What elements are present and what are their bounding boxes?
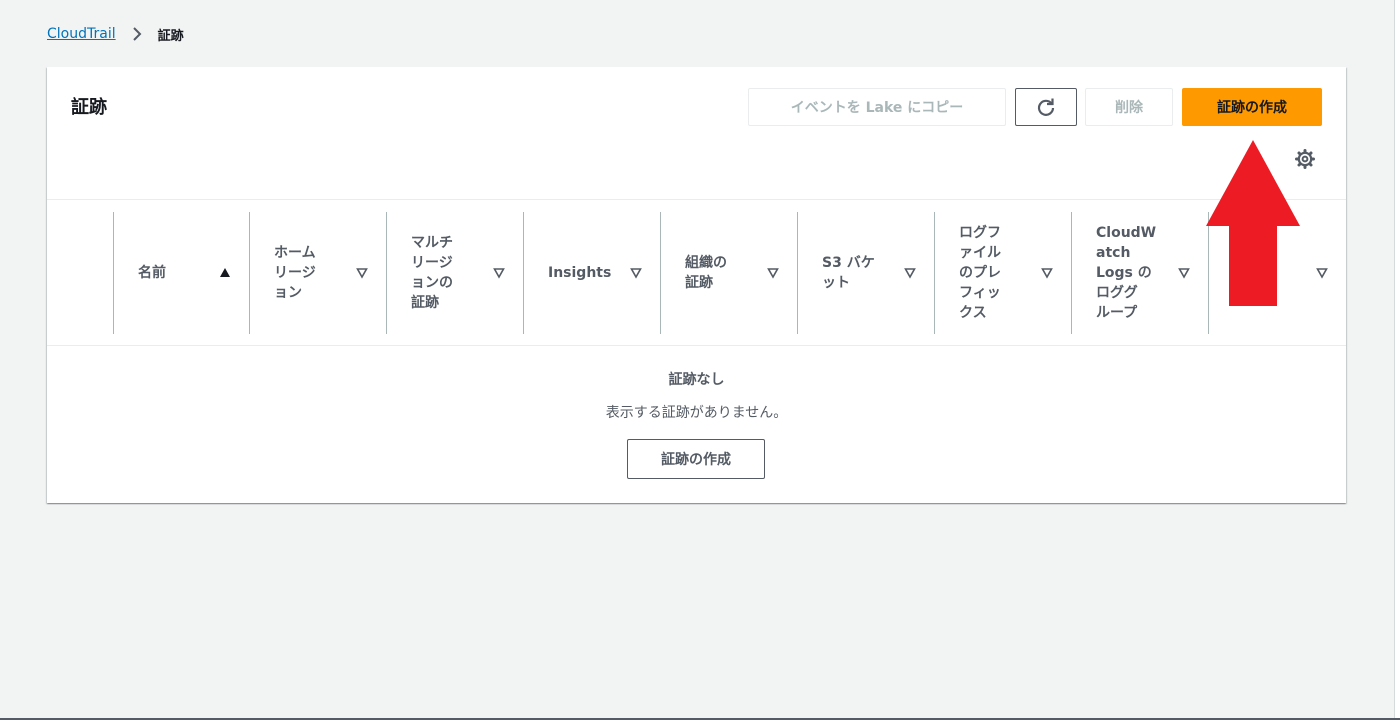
sort-descending-outline-icon bbox=[1316, 268, 1328, 279]
column-header-cloudwatch-log-group[interactable]: CloudW atch Logs の ロググ ループ bbox=[1072, 212, 1208, 334]
column-header-insights[interactable]: Insights bbox=[524, 212, 660, 334]
table-header: 名前 ホーム リージ ョン マルチ リージ ョンの 証跡 Insights 組織… bbox=[47, 199, 1346, 346]
copy-events-to-lake-button[interactable]: イベントを Lake にコピー bbox=[748, 88, 1006, 126]
sort-descending-outline-icon bbox=[1178, 268, 1190, 279]
sort-descending-outline-icon bbox=[356, 268, 368, 279]
bottom-edge bbox=[0, 718, 1400, 725]
red-up-arrow-annotation bbox=[1206, 140, 1300, 306]
trails-panel: 証跡 イベントを Lake にコピー 削除 証跡の作成 名前 ホーム リージ ョ… bbox=[47, 67, 1346, 503]
column-label: S3 バケ ット bbox=[822, 255, 875, 291]
empty-state-create-trail-button[interactable]: 証跡の作成 bbox=[627, 439, 765, 479]
sort-descending-outline-icon bbox=[767, 268, 779, 279]
sort-descending-outline-icon bbox=[1041, 268, 1053, 279]
column-header-home-region[interactable]: ホーム リージ ョン bbox=[250, 212, 386, 334]
column-header-s3-bucket[interactable]: S3 バケ ット bbox=[798, 212, 934, 334]
column-label: 組織の 証跡 bbox=[685, 255, 727, 291]
sort-descending-outline-icon bbox=[904, 268, 916, 279]
refresh-icon bbox=[1037, 98, 1055, 116]
column-header-name[interactable]: 名前 bbox=[114, 212, 249, 334]
page-title: 証跡 bbox=[71, 97, 107, 118]
sort-ascending-icon bbox=[220, 268, 230, 277]
column-label: ログフ ァイル のプレ フィッ クス bbox=[959, 225, 1001, 321]
breadcrumb-current: 証跡 bbox=[157, 28, 184, 44]
column-label: ホーム リージ ョン bbox=[274, 245, 316, 301]
empty-state: 証跡なし 表示する証跡がありません。 証跡の作成 bbox=[47, 347, 1346, 503]
create-trail-button[interactable]: 証跡の作成 bbox=[1182, 88, 1322, 126]
chevron-right-icon bbox=[132, 27, 142, 41]
sort-descending-outline-icon bbox=[630, 268, 642, 279]
breadcrumb-link-cloudtrail[interactable]: CloudTrail bbox=[47, 26, 116, 42]
scrollbar-edge bbox=[1394, 0, 1400, 718]
column-header-log-file-prefix[interactable]: ログフ ァイル のプレ フィッ クス bbox=[935, 212, 1071, 334]
column-label: Insights bbox=[548, 265, 612, 281]
column-label: マルチ リージ ョンの 証跡 bbox=[411, 235, 453, 311]
column-label: 名前 bbox=[138, 265, 166, 281]
column-header-organization-trail[interactable]: 組織の 証跡 bbox=[661, 212, 797, 334]
empty-state-title: 証跡なし bbox=[668, 372, 725, 388]
column-header-multi-region-trail[interactable]: マルチ リージ ョンの 証跡 bbox=[387, 212, 523, 334]
column-label: CloudW atch Logs の ロググ ループ bbox=[1096, 225, 1157, 321]
sort-descending-outline-icon bbox=[493, 268, 505, 279]
refresh-button[interactable] bbox=[1015, 88, 1077, 126]
empty-state-description: 表示する証跡がありません。 bbox=[605, 405, 788, 421]
breadcrumb: CloudTrail 証跡 bbox=[47, 24, 184, 44]
delete-button[interactable]: 削除 bbox=[1085, 88, 1173, 126]
